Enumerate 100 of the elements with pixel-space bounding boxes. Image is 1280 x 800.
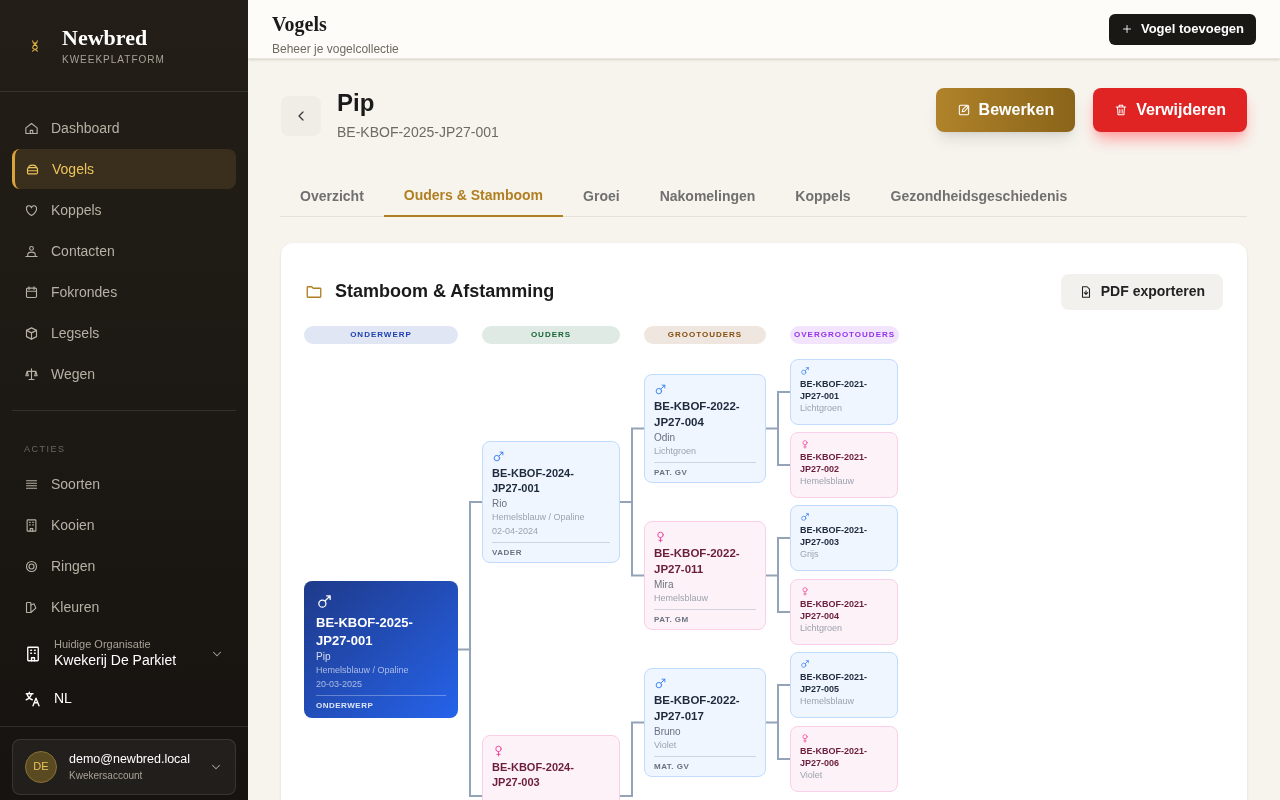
- ring-number: BE-KBOF-2021-JP27-006: [800, 745, 868, 770]
- bird-card[interactable]: BE-KBOF-2021-JP27-006 Violet: [790, 726, 898, 792]
- ring-number: BE-KBOF-2022-JP27-011: [654, 546, 741, 577]
- color-mutation: Lichtgroen: [800, 622, 844, 636]
- generation-label: GROOTOUDERS: [644, 326, 766, 344]
- calendar-icon: [24, 284, 39, 300]
- ring-number: BE-KBOF-2021-JP27-003: [800, 524, 868, 549]
- bird-card[interactable]: BE-KBOF-2021-JP27-004 Lichtgroen: [790, 579, 898, 645]
- male-symbol-icon: [800, 512, 810, 522]
- bird-name: Bruno: [654, 725, 682, 740]
- back-button[interactable]: [281, 95, 321, 136]
- bird-name: Rio: [492, 496, 508, 511]
- bird-name: Odin: [654, 431, 677, 446]
- nav-item[interactable]: Legsels: [12, 313, 236, 353]
- bird-card[interactable]: BE-KBOF-2021-JP27-001 Lichtgroen: [790, 359, 898, 425]
- nav-item[interactable]: Vogels: [12, 149, 236, 189]
- cage-icon: [25, 161, 40, 177]
- bird-card[interactable]: BE-KBOF-2024-JP27-001 Rio Hemelsblauw / Opaline 02-04-2024 VADER: [482, 441, 620, 563]
- page-subtitle: Beheer je vogelcollectie: [272, 41, 399, 58]
- bird-card[interactable]: BE-KBOF-2021-JP27-003 Grijs: [790, 505, 898, 571]
- building-icon: [24, 518, 39, 533]
- relation-label: MAT. GV: [654, 755, 756, 773]
- tab[interactable]: Overzicht: [280, 175, 384, 217]
- edit-button[interactable]: Bewerken: [935, 88, 1076, 132]
- female-symbol-icon: [800, 733, 810, 743]
- bird-card[interactable]: BE-KBOF-2022-JP27-011 Mira Hemelsblauw PAT. GM: [644, 521, 766, 630]
- ring-number: BE-KBOF-2021-JP27-002: [800, 451, 868, 476]
- bird-name: Pip: [337, 88, 376, 118]
- ring-number: BE-KBOF-2022-JP27-017: [654, 693, 741, 724]
- nav-item[interactable]: Wegen: [12, 354, 236, 394]
- delete-button[interactable]: Verwijderen: [1093, 88, 1247, 132]
- nav-item[interactable]: Ringen: [12, 546, 236, 587]
- male-symbol-icon: [800, 659, 810, 669]
- tab[interactable]: Koppels: [775, 175, 871, 217]
- relation-label: PAT. GV: [654, 461, 756, 479]
- generation-label: OUDERS: [482, 326, 620, 344]
- hatch-date: 02-04-2024: [492, 524, 540, 538]
- section-title: Stamboom & Afstamming: [335, 280, 555, 303]
- female-symbol-icon: [800, 586, 810, 596]
- color-mutation: Violet: [800, 769, 824, 783]
- bird-card[interactable]: BE-KBOF-2024-JP27-003: [482, 735, 620, 800]
- plus-icon: [1120, 23, 1133, 35]
- female-symbol-icon: [800, 439, 810, 449]
- male-symbol-icon: [654, 677, 667, 690]
- page-title: Vogels: [272, 12, 328, 37]
- nav-item[interactable]: Fokrondes: [12, 272, 236, 312]
- bird-name: Pip: [316, 650, 332, 665]
- tab[interactable]: Groei: [563, 175, 640, 217]
- ring-number: BE-KBOF-2024-JP27-003: [492, 760, 575, 790]
- nav-item[interactable]: Dashboard: [12, 108, 236, 148]
- bird-card[interactable]: BE-KBOF-2025-JP27-001 Pip Hemelsblauw / Opaline 20-03-2025 ONDERWERP: [304, 581, 458, 718]
- relation-label: ONDERWERP: [316, 694, 446, 712]
- edit-icon: [956, 103, 971, 117]
- add-bird-button[interactable]: Vogel toevoegen: [1108, 13, 1256, 45]
- color-mutation: Grijs: [800, 548, 820, 562]
- generation-label: OVERGROOTOUDERS: [790, 326, 900, 344]
- trash-icon: [1114, 103, 1129, 117]
- account-menu[interactable]: DE demo@newbred.local Kwekersaccount: [12, 738, 236, 795]
- people-icon: [24, 243, 39, 259]
- scale-icon: [24, 366, 39, 382]
- color-mutation: Lichtgroen: [800, 402, 844, 416]
- tab[interactable]: Nakomelingen: [639, 175, 776, 217]
- export-pdf-button[interactable]: PDF exporteren: [1060, 273, 1223, 310]
- male-symbol-icon: [492, 450, 505, 463]
- color-mutation: Hemelsblauw: [654, 592, 710, 606]
- bird-card[interactable]: BE-KBOF-2021-JP27-002 Hemelsblauw: [790, 432, 898, 498]
- list-icon: [24, 477, 39, 492]
- bird-card[interactable]: BE-KBOF-2021-JP27-005 Hemelsblauw: [790, 652, 898, 718]
- ring-icon: [24, 559, 39, 574]
- section-label: ACTIES: [23, 443, 67, 456]
- bird-card[interactable]: BE-KBOF-2022-JP27-017 Bruno Violet MAT. GV: [644, 668, 766, 777]
- color-mutation: Violet: [654, 739, 678, 753]
- brand-name: Newbred: [62, 24, 149, 52]
- bird-card[interactable]: BE-KBOF-2022-JP27-004 Odin Lichtgroen PAT. GV: [644, 374, 766, 483]
- bird-name: Mira: [654, 578, 675, 593]
- swatch-icon: [24, 600, 39, 615]
- relation-label: PAT. GM: [654, 608, 756, 626]
- heart-icon: [24, 202, 39, 218]
- tab[interactable]: Gezondheidsgeschiedenis: [870, 175, 1088, 217]
- female-symbol-icon: [492, 744, 505, 757]
- color-mutation: Hemelsblauw: [800, 475, 856, 489]
- nav-item[interactable]: Kooien: [12, 505, 236, 546]
- color-mutation: Hemelsblauw / Opaline: [492, 510, 586, 524]
- ring-number: BE-KBOF-2021-JP27-001: [800, 378, 868, 403]
- nav-item[interactable]: Kleuren: [12, 587, 236, 628]
- language-switcher[interactable]: NL: [24, 683, 224, 714]
- nav-item[interactable]: Soorten: [12, 464, 236, 505]
- organization-switcher[interactable]: Huidige Organisatie Kwekerij De Parkiet: [24, 631, 224, 676]
- male-symbol-icon: [654, 383, 667, 396]
- translate-icon: [24, 689, 42, 708]
- generation-label: ONDERWERP: [304, 326, 458, 344]
- box-icon: [24, 325, 39, 341]
- ring-number: BE-KBOF-2021-JP27-005: [800, 671, 868, 696]
- home-icon: [24, 120, 39, 136]
- nav-item[interactable]: Contacten: [12, 231, 236, 271]
- nav-item[interactable]: Koppels: [12, 190, 236, 230]
- male-symbol-icon: [316, 593, 333, 610]
- color-mutation: Hemelsblauw / Opaline: [316, 664, 410, 678]
- hatch-date: 20-03-2025: [316, 678, 364, 692]
- relation-label: VADER: [492, 541, 610, 559]
